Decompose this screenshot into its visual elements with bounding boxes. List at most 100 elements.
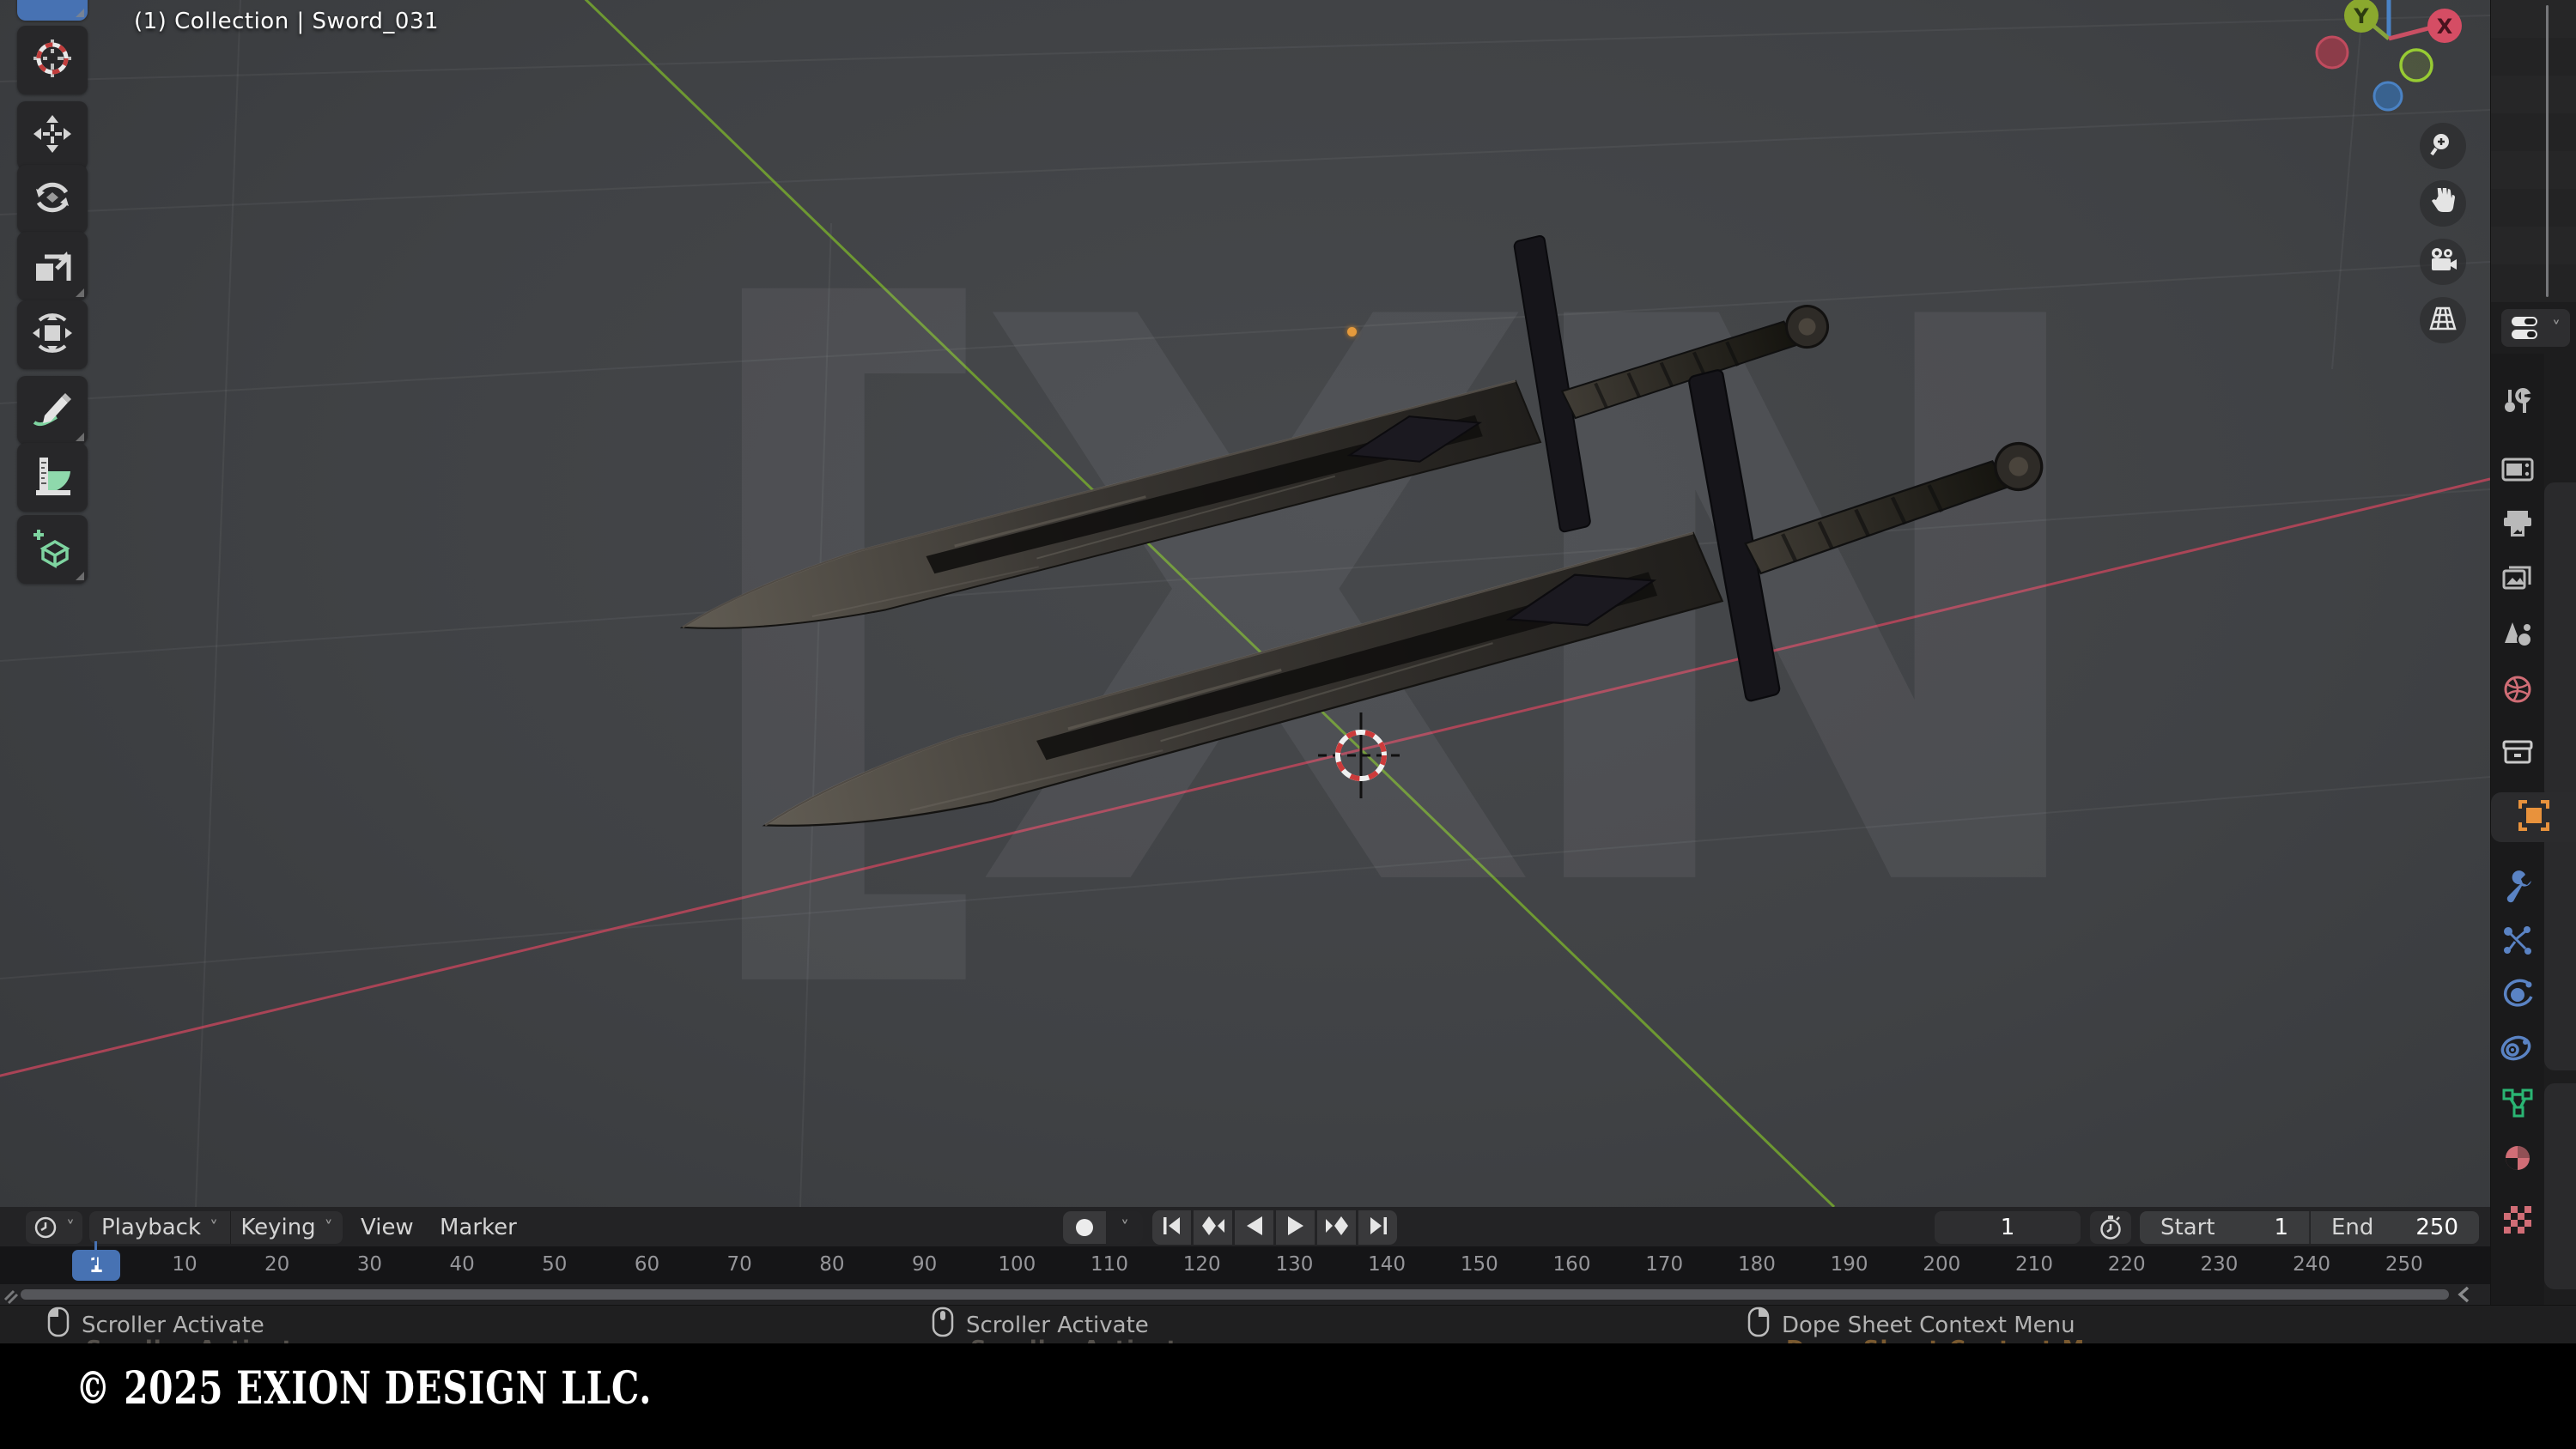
status-bar: Scroller Activate Scroller Activate Dope S… <box>0 1305 2576 1344</box>
viewport-header-text: (1) Collection | Sword_031 <box>134 9 440 34</box>
status-hint-label: Scroller Activate <box>966 1312 1149 1338</box>
outliner-panel[interactable] <box>2491 0 2576 302</box>
toolbar-rotate[interactable] <box>17 165 88 233</box>
properties-tab-particles[interactable] <box>2491 918 2544 967</box>
properties-tab-texture[interactable] <box>2491 1197 2544 1246</box>
scrollbar-arrow-icon[interactable] <box>2456 1284 2473 1305</box>
zoom-icon <box>2429 130 2457 161</box>
right-mouse-icon <box>1747 1307 1770 1343</box>
object-origin-dot <box>1347 327 1357 336</box>
toolbar-annotate[interactable] <box>17 376 88 445</box>
play-reverse-button[interactable] <box>1235 1210 1273 1245</box>
timeline-ruler[interactable]: 1 10 20 30 40 50 60 70 80 90 100 110 120 130 140 150 16… <box>0 1246 2490 1284</box>
tool-options-corner <box>76 9 84 17</box>
toolbar-scale[interactable] <box>17 232 88 300</box>
properties-tab-object-data[interactable] <box>2491 1080 2544 1130</box>
viewport-pan-hand-button[interactable] <box>2420 180 2466 227</box>
editor-type-button[interactable]: ˅ <box>2501 309 2570 347</box>
properties-tab-world[interactable] <box>2491 666 2544 716</box>
prev-keyframe-button[interactable] <box>1194 1210 1232 1245</box>
timeline-scroll-track[interactable] <box>0 1284 2490 1305</box>
properties-tab-render[interactable] <box>2491 446 2544 496</box>
jump-start-button[interactable] <box>1152 1210 1191 1245</box>
properties-tab-output[interactable] <box>2491 500 2544 550</box>
ruler-tick-160: 160 <box>1552 1253 1591 1276</box>
play-button[interactable] <box>1276 1210 1315 1245</box>
properties-tab-object[interactable] <box>2491 792 2576 842</box>
outliner-scrollbar[interactable] <box>2546 5 2549 297</box>
ruler-tick-110: 110 <box>1091 1253 1128 1276</box>
corner-resize-icon[interactable] <box>2 1284 24 1305</box>
toolbar-transform[interactable] <box>17 300 88 369</box>
viewport-3d[interactable]: [XN (1) Collection | Sword_031 Y X <box>0 0 2490 1207</box>
particles-icon <box>2501 925 2534 961</box>
properties-tab-material[interactable] <box>2491 1135 2544 1185</box>
tool-options-corner <box>76 433 84 441</box>
keying-menu[interactable]: Keying ˅ <box>231 1211 343 1244</box>
sword-models[interactable] <box>0 0 2490 1207</box>
properties-panel[interactable] <box>2491 354 2576 1305</box>
properties-tab-modifiers[interactable] <box>2491 864 2544 913</box>
toolbar-add-cube[interactable] <box>17 515 88 584</box>
properties-tab-scene[interactable] <box>2491 610 2544 660</box>
toolbar-cursor[interactable] <box>17 26 88 94</box>
viewport-zoom-button[interactable] <box>2420 123 2466 169</box>
bottom-black-band: © 2025 EXION DESIGN LLC. <box>0 1343 2576 1449</box>
playback-menu[interactable]: Playback ˅ <box>89 1211 231 1244</box>
viewport-camera-button[interactable] <box>2420 239 2466 285</box>
timeline-scrollbar[interactable] <box>21 1289 2449 1300</box>
auto-keying-record-button[interactable] <box>1063 1211 1106 1244</box>
chevron-down-icon: ˅ <box>66 1217 75 1238</box>
right-column: ˅ <box>2490 0 2576 1305</box>
add-cube-icon <box>31 526 74 573</box>
status-hint: Scroller Activate <box>932 1306 1149 1344</box>
ruler-tick-60: 60 <box>634 1253 660 1276</box>
toolbar-select-box[interactable] <box>17 0 88 21</box>
constraints-icon <box>2500 1033 2535 1065</box>
ruler-tick-200: 200 <box>1923 1253 1961 1276</box>
gizmo-axis-x-negative <box>2315 35 2349 70</box>
frame-end-field[interactable]: End 250 <box>2311 1211 2479 1244</box>
nav-gizmo[interactable]: Y X <box>2258 0 2490 129</box>
toolbar-measure[interactable] <box>17 443 88 512</box>
ruler-tick-30: 30 <box>356 1253 383 1276</box>
select-box-icon <box>33 0 72 1</box>
scale-icon <box>33 245 72 288</box>
properties-tab-constraints[interactable] <box>2491 1024 2544 1074</box>
ruler-tick-120: 120 <box>1182 1253 1221 1276</box>
ruler-tick-240: 240 <box>2293 1253 2331 1276</box>
render-icon <box>2501 456 2534 487</box>
output-icon <box>2502 509 2533 542</box>
ruler-tick-220: 220 <box>2107 1253 2146 1276</box>
play-icon <box>1285 1215 1307 1240</box>
jump-end-button[interactable] <box>1358 1210 1397 1245</box>
timeline-editor[interactable]: ˅ Playback ˅ Keying ˅ View Marker ˅ 1 St… <box>0 1207 2490 1305</box>
frame-start-field[interactable]: Start 1 <box>2140 1211 2310 1244</box>
keying-popover-button[interactable]: ˅ <box>1107 1211 1143 1244</box>
material-icon <box>2502 1143 2533 1177</box>
grid-persp-icon <box>2428 306 2458 335</box>
viewport-grid-persp-button[interactable] <box>2420 297 2466 343</box>
transform-icon <box>31 312 74 358</box>
ruler-tick-10: 10 <box>172 1253 197 1276</box>
timeline-editor-type-button[interactable]: ˅ <box>26 1211 82 1244</box>
ruler-tick-210: 210 <box>2015 1253 2053 1276</box>
use-preview-range-button[interactable] <box>2090 1211 2131 1244</box>
properties-tab-view-layer[interactable] <box>2491 554 2544 603</box>
pan-hand-icon <box>2429 185 2457 219</box>
jump-end-icon <box>1367 1215 1389 1240</box>
clock-icon <box>34 1216 57 1239</box>
middle-mouse-icon <box>932 1307 954 1343</box>
next-keyframe-button[interactable] <box>1317 1210 1356 1245</box>
tool-options-corner <box>76 288 84 297</box>
playhead-line <box>94 1241 97 1265</box>
properties-tab-physics[interactable] <box>2491 971 2544 1021</box>
stopwatch-icon <box>2100 1216 2121 1240</box>
ruler-tick-150: 150 <box>1460 1253 1498 1276</box>
view-menu[interactable]: View <box>361 1211 414 1244</box>
properties-tab-collection[interactable] <box>2491 729 2544 779</box>
marker-menu[interactable]: Marker <box>440 1211 517 1244</box>
current-frame-field[interactable]: 1 <box>1935 1211 2081 1244</box>
toolbar-move[interactable] <box>17 101 88 170</box>
properties-tab-tool[interactable] <box>2491 379 2544 429</box>
